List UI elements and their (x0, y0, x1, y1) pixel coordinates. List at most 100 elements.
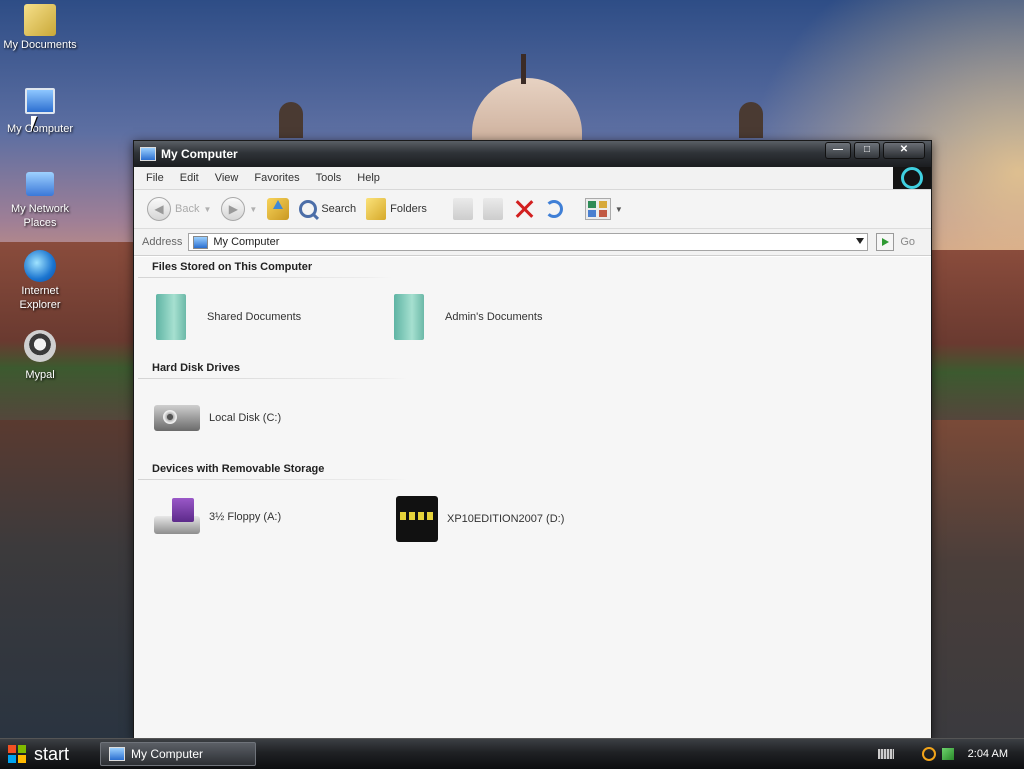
group-divider (138, 378, 408, 379)
folders-button[interactable]: Folders (363, 194, 430, 224)
go-button[interactable]: Go (876, 233, 915, 251)
throbber-ring-icon (901, 167, 923, 189)
address-bar: Address My Computer Go (134, 229, 931, 256)
up-folder-button[interactable] (264, 194, 292, 224)
menu-edit[interactable]: Edit (172, 167, 207, 189)
undo-button[interactable] (542, 194, 566, 224)
my-computer-window: My Computer — □ ✕ File Edit View Favorit… (133, 140, 932, 739)
desktop-icon-network-places[interactable]: My Network Places (0, 172, 80, 230)
my-computer-icon (140, 147, 156, 161)
group-header-files-stored: Files Stored on This Computer (152, 261, 313, 273)
wallpaper-minaret-right (739, 102, 763, 138)
move-to-icon (452, 198, 473, 220)
desktop-icon-label: My Network Places (10, 203, 70, 229)
window-title: My Computer (161, 147, 238, 161)
desktop-icon-my-documents[interactable]: My Documents (0, 4, 80, 52)
chevron-down-icon[interactable] (856, 238, 865, 244)
search-icon[interactable] (921, 747, 936, 761)
item-label: XP10EDITION2007 (D:) (447, 513, 565, 525)
item-label: 3½ Floppy (A:) (209, 511, 282, 523)
forward-button[interactable]: ▶ ▼ (218, 194, 260, 224)
group-divider (138, 479, 408, 480)
delete-button[interactable] (510, 194, 538, 224)
menu-view[interactable]: View (207, 167, 247, 189)
my-computer-icon (109, 747, 125, 761)
item-cd-drive-d[interactable]: XP10EDITION2007 (D:) (396, 496, 564, 542)
hard-disk-icon (154, 405, 200, 431)
windows-throbber (893, 167, 931, 189)
chevron-down-icon: ▼ (203, 204, 212, 214)
my-computer-icon (193, 235, 209, 249)
chevron-down-icon: ▼ (249, 204, 258, 214)
my-computer-icon (25, 88, 55, 114)
standard-toolbar: ◀ Back ▼ ▶ ▼ Search Folders ▼ (134, 190, 931, 229)
wallpaper-water-right (930, 420, 1024, 738)
keyboard-icon[interactable] (877, 749, 894, 759)
network-places-icon (26, 172, 54, 196)
item-label: Admin's Documents (445, 311, 543, 323)
move-to-button[interactable] (450, 194, 476, 224)
search-icon (299, 200, 318, 218)
menu-help[interactable]: Help (349, 167, 388, 189)
wallpaper-spire (521, 54, 526, 84)
internet-explorer-icon (24, 250, 56, 282)
wallpaper-fort-right (930, 250, 1024, 420)
group-header-removable-storage: Devices with Removable Storage (152, 463, 325, 475)
taskbar-button-my-computer[interactable]: My Computer (100, 742, 256, 766)
wallpaper-minaret-left (279, 102, 303, 138)
windows-logo-icon (8, 745, 26, 763)
go-arrow-icon (876, 233, 895, 251)
taskbar: start My Computer 2:04 AM (0, 738, 1024, 769)
my-documents-icon (24, 4, 56, 36)
back-label: Back (175, 203, 200, 215)
go-label: Go (900, 236, 916, 248)
desktop-icon-label: Internet Explorer (19, 285, 61, 311)
item-label: Local Disk (C:) (209, 412, 282, 424)
taskbar-button-label: My Computer (131, 747, 204, 761)
item-admin-documents[interactable]: Admin's Documents (394, 294, 542, 340)
window-controls: — □ ✕ (825, 142, 925, 159)
close-button[interactable]: ✕ (883, 142, 925, 159)
address-value: My Computer (213, 236, 280, 248)
start-button[interactable]: start (0, 739, 90, 769)
delete-icon (513, 198, 535, 220)
desktop-icon-internet-explorer[interactable]: Internet Explorer (0, 250, 80, 312)
folders-icon (366, 198, 387, 220)
folder-content: Files Stored on This Computer Shared Doc… (134, 257, 931, 738)
menu-file[interactable]: File (138, 167, 172, 189)
network-icon[interactable] (941, 748, 954, 760)
copy-to-button[interactable] (480, 194, 506, 224)
start-label: start (34, 743, 70, 764)
item-floppy-a[interactable]: 3½ Floppy (A:) (154, 498, 281, 536)
undo-icon (544, 200, 563, 218)
back-button[interactable]: ◀ Back ▼ (144, 194, 214, 224)
address-input[interactable]: My Computer (188, 233, 869, 251)
back-arrow-icon: ◀ (147, 197, 171, 221)
group-header-hard-disk-drives: Hard Disk Drives (152, 362, 241, 374)
up-folder-icon (267, 198, 290, 220)
floppy-drive-icon (154, 498, 200, 536)
menu-tools[interactable]: Tools (308, 167, 350, 189)
minimize-button[interactable]: — (825, 142, 851, 159)
item-label: Shared Documents (207, 311, 302, 323)
item-local-disk-c[interactable]: Local Disk (C:) (154, 405, 281, 431)
folders-label: Folders (390, 203, 427, 215)
desktop-icon-label: My Documents (3, 39, 77, 51)
menu-favorites[interactable]: Favorites (246, 167, 307, 189)
group-divider (138, 277, 392, 278)
views-button[interactable]: ▼ (582, 194, 626, 224)
maximize-button[interactable]: □ (854, 142, 880, 159)
item-shared-documents[interactable]: Shared Documents (156, 294, 301, 340)
clock[interactable]: 2:04 AM (968, 748, 1008, 760)
search-label: Search (321, 203, 357, 215)
admin-documents-icon (394, 294, 424, 340)
search-button[interactable]: Search (296, 194, 359, 224)
desktop-icon-mypal[interactable]: Mypal (0, 330, 80, 382)
shared-documents-icon (156, 294, 186, 340)
mypal-icon (24, 330, 56, 362)
chevron-down-icon: ▼ (614, 204, 623, 214)
views-icon (584, 198, 611, 220)
cd-drive-icon (396, 496, 438, 542)
window-titlebar[interactable]: My Computer — □ ✕ (134, 141, 931, 167)
forward-arrow-icon: ▶ (221, 197, 246, 221)
